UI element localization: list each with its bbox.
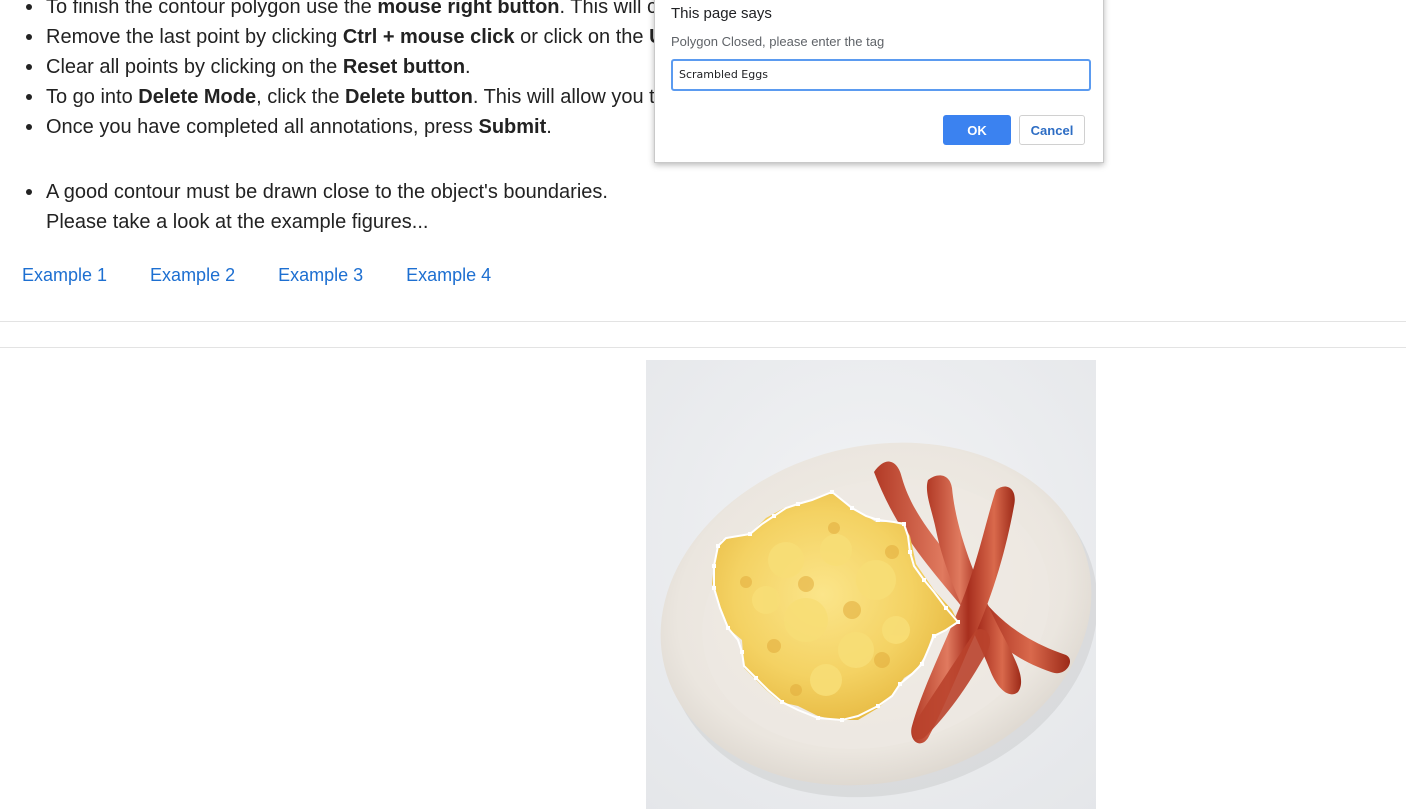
dialog-title: This page says: [671, 5, 772, 22]
example-1-link[interactable]: Example 1: [22, 265, 107, 286]
dialog-message: Polygon Closed, please enter the tag: [671, 34, 885, 49]
food-image: [646, 360, 1096, 809]
example-links: Example 1 Example 2 Example 3 Example 4: [22, 265, 534, 286]
ok-button[interactable]: OK: [943, 115, 1011, 145]
tag-input[interactable]: Scrambled Eggs: [671, 59, 1091, 91]
example-3-link[interactable]: Example 3: [278, 265, 363, 286]
cancel-button[interactable]: Cancel: [1019, 115, 1085, 145]
divider: [0, 347, 1406, 348]
annotation-canvas[interactable]: [646, 360, 1096, 809]
guideline-item: A good contour must be drawn close to th…: [22, 177, 922, 237]
guideline-list: A good contour must be drawn close to th…: [22, 177, 922, 237]
example-4-link[interactable]: Example 4: [406, 265, 491, 286]
example-2-link[interactable]: Example 2: [150, 265, 235, 286]
prompt-dialog: This page says Polygon Closed, please en…: [654, 0, 1104, 163]
divider: [0, 321, 1406, 322]
